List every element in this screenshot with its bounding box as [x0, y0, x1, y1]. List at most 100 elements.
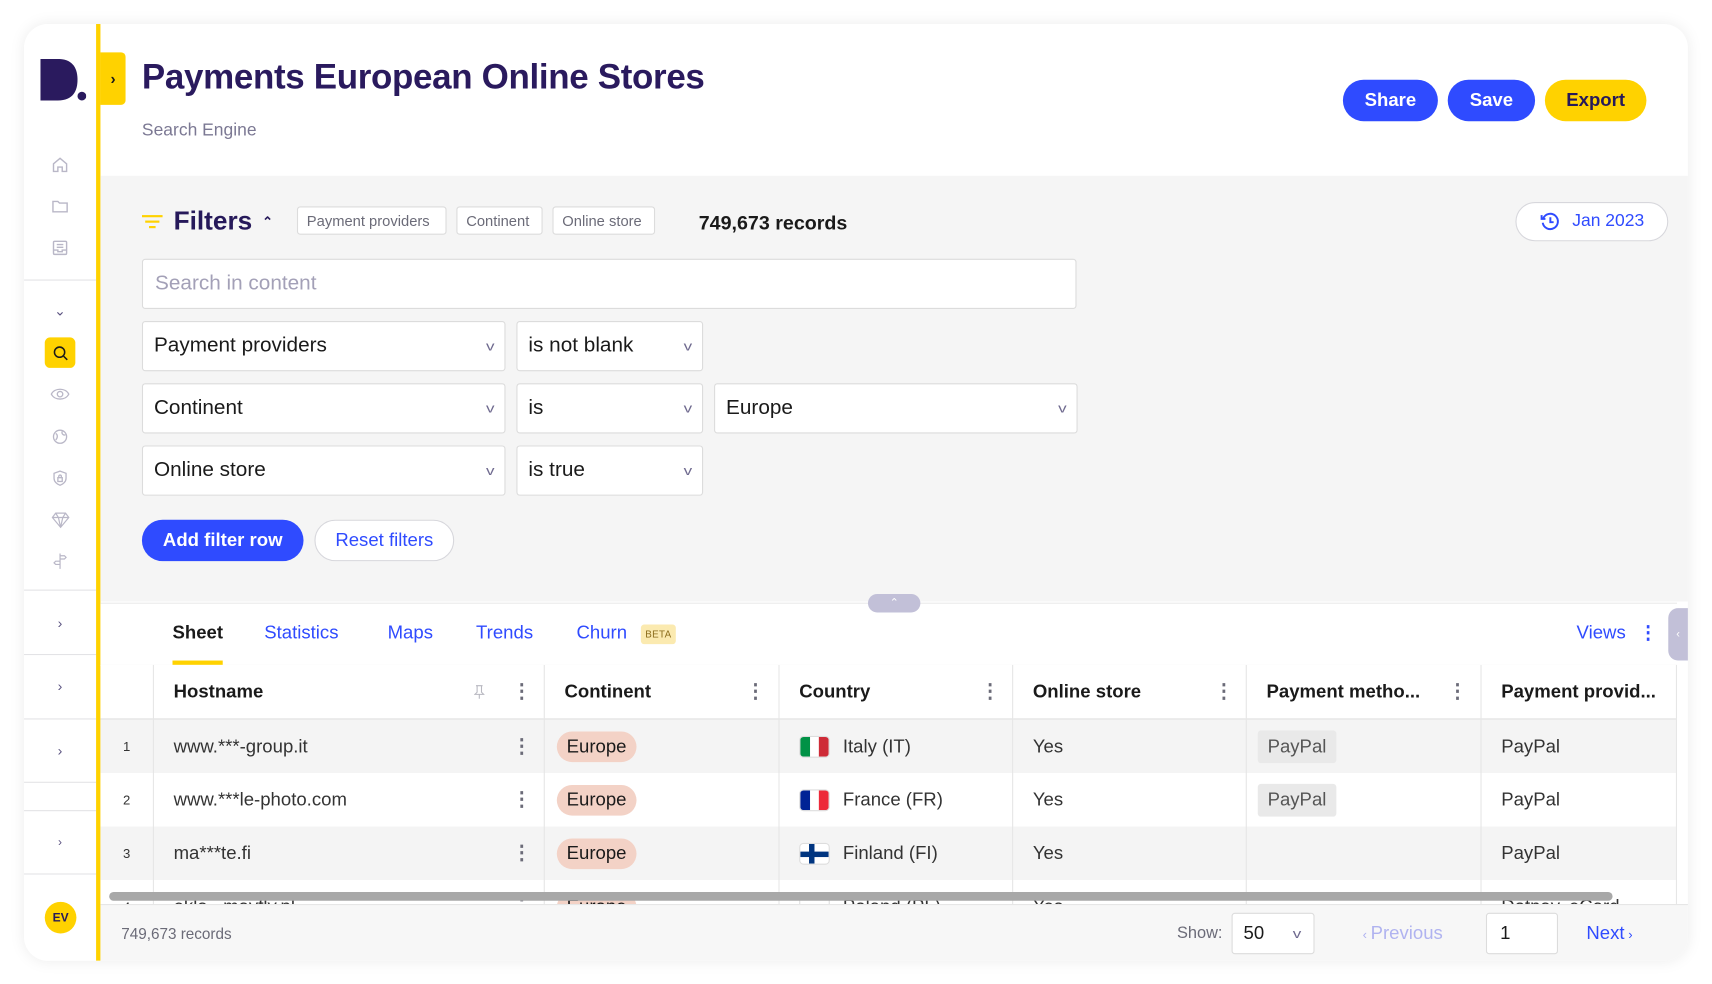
sidebar-expand-chevron-icon[interactable]: ›: [53, 679, 66, 693]
column-menu-icon[interactable]: ⋮: [1214, 665, 1234, 718]
eye-icon[interactable]: [49, 383, 71, 405]
page-subtitle: Search Engine: [141, 121, 257, 140]
records-count: 749,673 records: [698, 211, 848, 234]
page-number-input[interactable]: [1485, 912, 1558, 955]
export-button[interactable]: Export: [1544, 79, 1647, 122]
chevron-down-icon[interactable]: ⌄: [53, 304, 66, 318]
filter-operator-select[interactable]: is true v: [516, 445, 704, 496]
tab-statistics[interactable]: Statistics: [264, 622, 338, 644]
tab-maps[interactable]: Maps: [388, 622, 433, 644]
country-cell: Finland (FI): [778, 826, 938, 879]
search-input[interactable]: [141, 258, 1077, 309]
date-label: Jan 2023: [1572, 211, 1645, 231]
table-row[interactable]: 1 www.***-group.it ⋮ Europe Italy (IT) Yes Pay…: [100, 719, 1678, 773]
shield-lock-icon[interactable]: [49, 467, 71, 489]
continent-cell: Europe: [544, 826, 637, 879]
payment-method-cell: [1246, 826, 1258, 879]
column-header-online-store[interactable]: Online store: [1012, 665, 1141, 718]
column-header-payment-method[interactable]: Payment metho...: [1246, 665, 1420, 718]
globe-icon[interactable]: [49, 426, 71, 448]
tab-trends[interactable]: Trends: [476, 622, 533, 644]
row-menu-icon[interactable]: ⋮: [512, 719, 532, 772]
sidebar-divider: [24, 718, 97, 720]
page-size-select[interactable]: 50 v: [1231, 912, 1315, 955]
chevron-down-icon: v: [683, 338, 693, 354]
home-icon[interactable]: [49, 154, 71, 176]
share-button[interactable]: Share: [1342, 79, 1438, 122]
country-cell: France (FR): [778, 773, 943, 826]
filter-panel: Filters ⌃ Payment providers Continent On…: [100, 175, 1688, 602]
column-header-country[interactable]: Country: [778, 665, 870, 718]
column-divider: [543, 664, 545, 905]
tab-sheet[interactable]: Sheet: [173, 622, 224, 644]
horizontal-scrollbar[interactable]: [109, 892, 1613, 901]
filter-field-select[interactable]: Online store v: [141, 445, 506, 496]
sidebar-divider: [24, 589, 97, 591]
payment-provider-cell: PayPal: [1501, 735, 1561, 757]
reset-filters-button[interactable]: Reset filters: [314, 519, 455, 562]
previous-label: Previous: [1370, 922, 1443, 944]
sidebar-divider: [24, 873, 97, 875]
column-divider: [1012, 664, 1014, 905]
expand-panel-button[interactable]: ›: [100, 52, 126, 105]
side-panel-handle[interactable]: ‹: [1668, 608, 1688, 661]
select-value: Payment providers: [153, 334, 327, 358]
avatar[interactable]: EV: [44, 901, 77, 934]
sidebar-expand-chevron-icon[interactable]: ›: [53, 744, 66, 758]
column-header-continent[interactable]: Continent: [544, 665, 651, 718]
folder-icon[interactable]: [49, 195, 71, 217]
column-menu-icon[interactable]: ⋮: [1448, 665, 1468, 718]
sidebar-divider: [24, 653, 97, 656]
column-header-hostname[interactable]: Hostname: [153, 665, 264, 718]
table-header-row: Hostname ⋮ Continent ⋮ Country ⋮ Online …: [100, 664, 1678, 720]
diamond-icon[interactable]: [49, 509, 71, 531]
hostname-cell[interactable]: ma***te.fi: [153, 826, 251, 879]
filter-operator-select[interactable]: is v: [516, 383, 704, 434]
date-selector-button[interactable]: Jan 2023: [1515, 201, 1669, 242]
column-menu-icon[interactable]: ⋮: [746, 665, 766, 718]
signpost-icon[interactable]: [49, 550, 71, 572]
filter-chip[interactable]: Continent: [456, 206, 543, 235]
column-divider: [152, 664, 154, 905]
chevron-down-icon: v: [1058, 400, 1067, 416]
select-value: Online store: [153, 458, 266, 482]
payment-provider-cell: PayPal: [1501, 788, 1561, 810]
footer-records-count: 749,673 records: [121, 924, 232, 943]
column-divider: [778, 664, 780, 905]
pin-icon[interactable]: [473, 685, 485, 700]
filter-field-select[interactable]: Continent v: [141, 383, 506, 434]
filter-chip[interactable]: Payment providers: [296, 206, 447, 235]
previous-page-button[interactable]: ‹ Previous: [1363, 923, 1443, 945]
sidebar-expand-chevron-icon[interactable]: ›: [53, 836, 66, 849]
column-menu-icon[interactable]: ⋮: [980, 665, 1000, 718]
save-button[interactable]: Save: [1447, 79, 1536, 122]
filter-value-select[interactable]: Europe v: [714, 383, 1078, 434]
row-menu-icon[interactable]: ⋮: [512, 773, 532, 826]
add-filter-row-button[interactable]: Add filter row: [141, 519, 304, 562]
sidebar-item-search[interactable]: [44, 337, 76, 368]
filter-field-select[interactable]: Payment providers v: [141, 320, 506, 372]
filter-chip[interactable]: Online store: [552, 206, 656, 235]
views-menu-button[interactable]: Views ⋮: [1577, 622, 1658, 644]
search-icon: [53, 345, 68, 360]
logo-icon[interactable]: [40, 58, 87, 101]
inbox-icon[interactable]: [49, 237, 71, 259]
hostname-cell[interactable]: www.***le-photo.com: [153, 773, 347, 826]
filter-operator-select[interactable]: is not blank v: [516, 320, 704, 372]
select-value: Europe: [726, 396, 793, 420]
next-page-button[interactable]: Next ›: [1586, 923, 1632, 945]
collapse-filters-handle[interactable]: ⌃: [867, 593, 921, 613]
country-name: Italy (IT): [842, 735, 911, 757]
column-menu-icon[interactable]: ⋮: [512, 665, 532, 718]
table-row[interactable]: 3 ma***te.fi ⋮ Europe Finland (FI) Yes PayPal: [100, 826, 1678, 880]
country-name: Finland (FI): [842, 842, 938, 864]
table-row[interactable]: 2 www.***le-photo.com ⋮ Europe France (FR) Ye…: [100, 773, 1677, 826]
column-header-payment-provider[interactable]: Payment provid...: [1480, 665, 1656, 718]
hostname-cell[interactable]: www.***-group.it: [153, 719, 308, 772]
row-menu-icon[interactable]: ⋮: [512, 826, 532, 879]
filters-toggle[interactable]: Filters ⌃: [141, 206, 273, 237]
sidebar-expand-chevron-icon[interactable]: ›: [53, 616, 66, 630]
flag-fr-icon: [799, 788, 830, 811]
select-value: Continent: [153, 396, 243, 420]
tab-churn[interactable]: Churn: [576, 622, 627, 644]
